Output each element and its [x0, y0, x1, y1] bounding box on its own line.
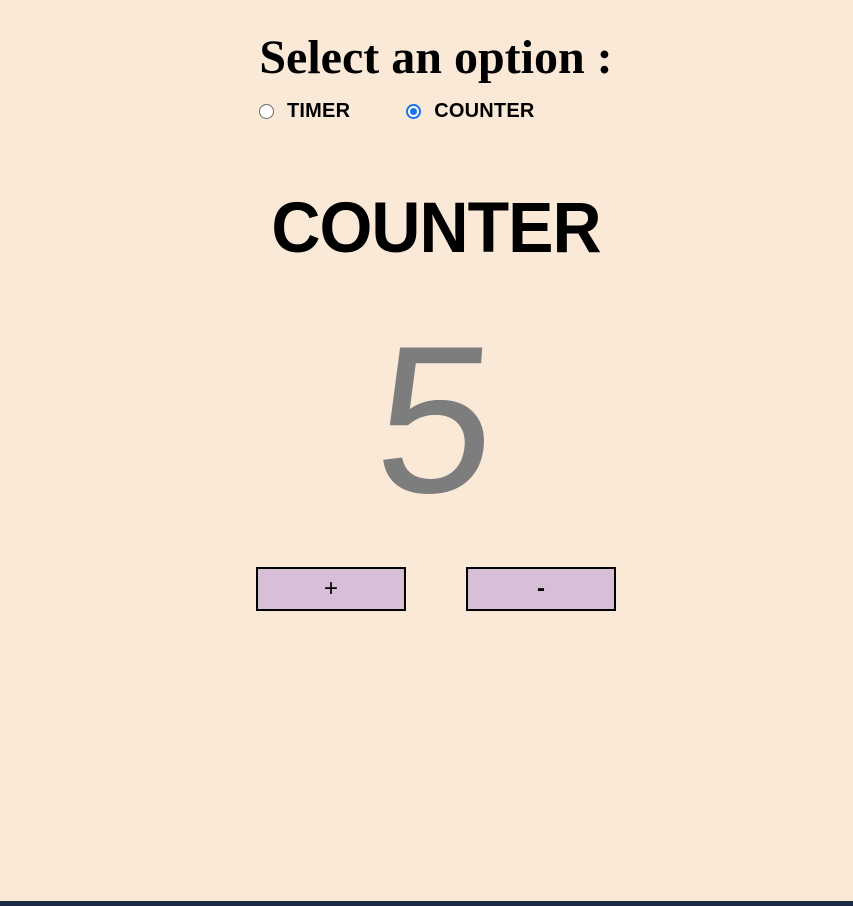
page-title: Select an option : — [259, 31, 613, 84]
mode-title: COUNTER — [271, 188, 601, 268]
timer-radio-label[interactable]: TIMER — [287, 100, 350, 123]
increment-button[interactable]: + — [256, 567, 406, 611]
timer-radio-button[interactable] — [259, 104, 274, 119]
radio-option-timer[interactable]: TIMER — [259, 100, 350, 123]
counter-radio-button[interactable] — [406, 104, 422, 119]
option-radio-group: TIMER COUNTER — [259, 100, 535, 123]
counter-value: 5 — [369, 302, 503, 537]
counter-radio-label[interactable]: COUNTER — [434, 100, 534, 123]
radio-option-counter[interactable]: COUNTER — [406, 100, 534, 123]
decrement-button[interactable]: - — [466, 567, 616, 611]
bottom-border — [0, 901, 853, 906]
